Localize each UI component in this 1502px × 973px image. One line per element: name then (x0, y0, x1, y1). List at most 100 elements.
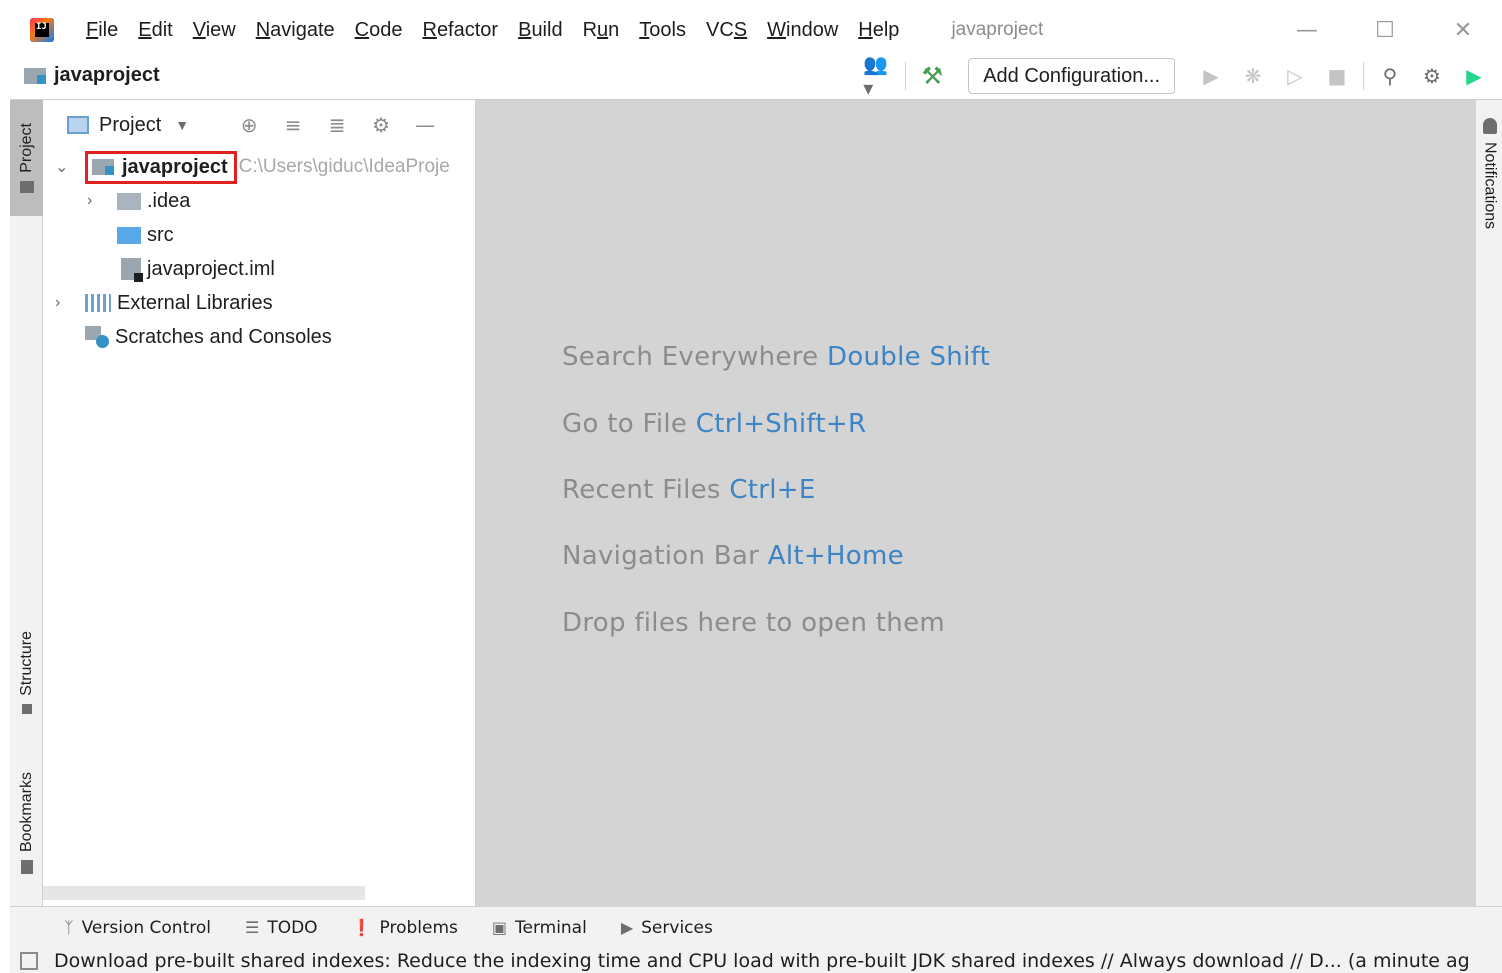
window-title: javaproject (951, 19, 1044, 40)
menu-tools[interactable]: Tools (629, 19, 696, 42)
main-toolbar: javaproject 👥▾ ⚒ Add Configuration... ▶ … (10, 52, 1502, 100)
menu-edit[interactable]: Edit (128, 19, 182, 42)
menu-code[interactable]: Code (345, 19, 413, 42)
status-bar: Download pre-built shared indexes: Reduc… (10, 948, 1502, 973)
minimize-button[interactable]: — (1268, 8, 1346, 52)
project-folder-icon (24, 67, 46, 84)
build-hammer-icon[interactable]: ⚒ (916, 60, 948, 92)
tab-services[interactable]: ▶ Services (621, 918, 713, 938)
tab-structure[interactable]: Structure (10, 615, 43, 730)
services-icon: ▶ (620, 918, 634, 937)
code-with-me-icon[interactable]: ▶ (1458, 60, 1490, 92)
hint-go-to-file: Go to File Ctrl+Shift+R (562, 409, 867, 439)
tree-node-idea[interactable]: › .idea (87, 184, 190, 218)
project-view-icon (67, 116, 89, 134)
chevron-right-icon[interactable]: › (87, 192, 103, 210)
collapse-all-icon[interactable]: ≣ (319, 110, 355, 140)
title-bar: IJ File Edit View Navigate Code Refactor… (10, 8, 1502, 52)
editor-area[interactable]: Search Everywhere Double Shift Go to Fil… (476, 100, 1475, 906)
tab-bookmarks[interactable]: Bookmarks (10, 760, 43, 886)
tab-terminal[interactable]: ▣ Terminal (492, 918, 587, 938)
shortcut-key: Alt+Home (767, 541, 904, 571)
menu-navigate[interactable]: Navigate (246, 19, 345, 42)
maximize-button[interactable]: ☐ (1346, 8, 1424, 52)
source-folder-icon (117, 226, 141, 244)
tree-node-external-libraries[interactable]: › External Libraries (55, 286, 273, 320)
project-panel-header: Project ▼ ⊕ ≡ ≣ ⚙ — (43, 100, 475, 150)
tree-node-label: javaproject (122, 155, 228, 178)
hint-search-everywhere: Search Everywhere Double Shift (562, 342, 991, 372)
menu-build[interactable]: Build (508, 19, 572, 42)
tab-todo[interactable]: ☰ TODO (245, 918, 318, 938)
tab-structure-label: Structure (17, 631, 35, 696)
project-folder-icon (19, 180, 34, 193)
tree-node-label: External Libraries (117, 291, 273, 314)
menu-run[interactable]: Run (573, 19, 630, 42)
user-account-icon[interactable]: 👥▾ (863, 52, 895, 100)
intellij-logo-icon: IJ (30, 18, 54, 42)
toolbar-separator (1363, 62, 1364, 90)
tree-node-label: src (147, 223, 174, 246)
close-button[interactable]: ✕ (1424, 8, 1502, 52)
search-icon[interactable]: ⚲ (1374, 60, 1406, 92)
tree-node-label: javaproject.iml (147, 257, 275, 280)
project-view-selector[interactable]: Project ▼ (67, 114, 189, 137)
settings-gear-icon[interactable]: ⚙ (1416, 60, 1448, 92)
chevron-right-icon[interactable]: › (55, 294, 71, 312)
breadcrumb[interactable]: javaproject (24, 64, 160, 87)
tab-notifications[interactable]: Notifications (1476, 118, 1502, 229)
tree-node-iml[interactable]: javaproject.iml (121, 252, 275, 286)
stop-icon[interactable]: ■ (1321, 60, 1353, 92)
terminal-icon: ▣ (491, 918, 507, 937)
menu-help[interactable]: Help (848, 19, 909, 42)
bookmark-icon (20, 860, 33, 875)
horizontal-scrollbar[interactable] (43, 886, 365, 900)
right-tool-strip: Notifications (1475, 100, 1502, 906)
tab-label: TODO (267, 917, 318, 938)
hint-recent-files: Recent Files Ctrl+E (562, 475, 816, 505)
tool-windows-toggle-icon[interactable] (20, 951, 38, 970)
options-gear-icon[interactable]: ⚙ (363, 110, 399, 140)
menu-refactor[interactable]: Refactor (412, 19, 508, 42)
tree-node-scratches[interactable]: Scratches and Consoles (85, 320, 332, 354)
toolbar-separator (905, 62, 907, 90)
tab-project-label: Project (17, 123, 35, 173)
project-path: C:\Users\giduc\IdeaProje (238, 156, 450, 177)
tree-node-javaproject[interactable]: ⌄ javaproject C:\Users\giduc\IdeaProje (55, 150, 450, 184)
chevron-down-icon[interactable]: ⌄ (55, 157, 71, 177)
debug-icon[interactable]: ❋ (1237, 60, 1269, 92)
module-file-icon (121, 258, 143, 282)
hint-navigation-bar: Navigation Bar Alt+Home (562, 541, 904, 571)
tab-notifications-label: Notifications (1481, 142, 1499, 230)
scratches-icon (85, 326, 111, 348)
expand-all-icon[interactable]: ≡ (275, 110, 311, 140)
project-tool-window: Project ▼ ⊕ ≡ ≣ ⚙ — ⌄ javaproject C:\Use… (43, 100, 476, 906)
hint-drop-files: Drop files here to open them (562, 608, 945, 638)
menu-view[interactable]: View (183, 19, 246, 42)
tab-project[interactable]: Project (10, 100, 43, 216)
menu-file[interactable]: File (76, 19, 128, 42)
add-configuration-button[interactable]: Add Configuration... (968, 58, 1175, 94)
structure-icon (21, 703, 32, 714)
tab-bookmarks-label: Bookmarks (17, 771, 35, 853)
folder-icon (117, 192, 141, 210)
tree-node-label: Scratches and Consoles (115, 325, 332, 348)
branch-icon: ᛉ (64, 918, 74, 937)
status-message[interactable]: Download pre-built shared indexes: Reduc… (54, 950, 1470, 972)
select-opened-file-icon[interactable]: ⊕ (231, 110, 267, 140)
run-with-coverage-icon[interactable]: ▷ (1279, 60, 1311, 92)
bell-icon (1482, 118, 1497, 134)
tab-problems[interactable]: ❗ Problems (352, 918, 458, 938)
menu-window[interactable]: Window (757, 19, 848, 42)
shortcut-key: Double Shift (827, 342, 991, 372)
tab-version-control[interactable]: ᛉ Version Control (64, 918, 211, 938)
shortcut-key: Ctrl+Shift+R (695, 409, 867, 439)
library-icon (85, 294, 111, 312)
menu-vcs[interactable]: VCS (696, 19, 757, 42)
hide-panel-icon[interactable]: — (407, 110, 443, 140)
run-icon[interactable]: ▶ (1195, 60, 1227, 92)
bottom-tool-tabs: ᛉ Version Control ☰ TODO ❗ Problems ▣ Te… (10, 906, 1502, 948)
tree-node-src[interactable]: src (117, 218, 174, 252)
window-controls: — ☐ ✕ (1268, 8, 1502, 52)
chevron-down-icon: ▼ (175, 117, 190, 133)
